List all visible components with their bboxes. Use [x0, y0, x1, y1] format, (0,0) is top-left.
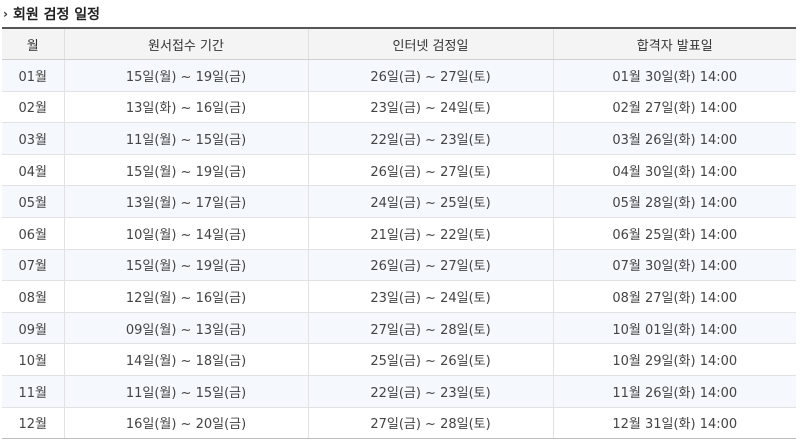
- table-row: 02월 13일(화) ~ 16일(금) 23일(금) ~ 24일(토) 02월 27일…: [2, 91, 796, 124]
- month-cell: 04월: [2, 154, 64, 187]
- announcement-cell: 11월 26일(화) 14:00: [552, 375, 796, 408]
- announcement-cell: 12월 31일(화) 14:00: [552, 407, 796, 440]
- announcement-cell: 02월 27일(화) 14:00: [552, 91, 796, 124]
- table-row: 12월 16일(월) ~ 20일(금) 27일(금) ~ 28일(토) 12월 31일…: [2, 407, 796, 440]
- announcement-cell: 06월 25일(화) 14:00: [552, 217, 796, 250]
- announcement-cell: 08월 27일(화) 14:00: [552, 280, 796, 313]
- exam-date-cell: 27일(금) ~ 28일(토): [307, 407, 553, 440]
- exam-date-cell: 22일(금) ~ 23일(토): [307, 375, 553, 408]
- header-application-period: 원서접수 기간: [63, 28, 308, 60]
- chevron-right-icon: ›: [3, 7, 8, 21]
- exam-date-cell: 26일(금) ~ 27일(토): [307, 154, 553, 187]
- exam-date-cell: 27일(금) ~ 28일(토): [307, 312, 553, 345]
- exam-date-cell: 26일(금) ~ 27일(토): [307, 59, 553, 92]
- header-month: 월: [2, 28, 64, 60]
- month-cell: 12월: [2, 407, 64, 440]
- exam-date-cell: 24일(금) ~ 25일(토): [307, 185, 553, 218]
- announcement-cell: 07월 30일(화) 14:00: [552, 249, 796, 282]
- announcement-cell: 03월 26일(화) 14:00: [552, 122, 796, 155]
- month-cell: 03월: [2, 122, 64, 155]
- exam-date-cell: 25일(금) ~ 26일(토): [307, 343, 553, 376]
- month-cell: 05월: [2, 185, 64, 218]
- exam-date-cell: 21일(금) ~ 22일(토): [307, 217, 553, 250]
- month-cell: 07월: [2, 249, 64, 282]
- month-cell: 02월: [2, 91, 64, 124]
- header-result-announcement: 합격자 발표일: [552, 28, 796, 60]
- table-row: 01월 15일(월) ~ 19일(금) 26일(금) ~ 27일(토) 01월 30일…: [2, 59, 796, 92]
- application-period-cell: 11일(월) ~ 15일(금): [63, 375, 308, 408]
- exam-date-cell: 26일(금) ~ 27일(토): [307, 249, 553, 282]
- table-row: 03월 11일(월) ~ 15일(금) 22일(금) ~ 23일(토) 03월 26일…: [2, 122, 796, 155]
- application-period-cell: 10일(월) ~ 14일(금): [63, 217, 308, 250]
- table-row: 11월 11일(월) ~ 15일(금) 22일(금) ~ 23일(토) 11월 26일…: [2, 375, 796, 408]
- application-period-cell: 13일(화) ~ 16일(금): [63, 91, 308, 124]
- announcement-cell: 05월 28일(화) 14:00: [552, 185, 796, 218]
- application-period-cell: 15일(월) ~ 19일(금): [63, 59, 308, 92]
- month-cell: 09월: [2, 312, 64, 345]
- month-cell: 06월: [2, 217, 64, 250]
- exam-date-cell: 23일(금) ~ 24일(토): [307, 91, 553, 124]
- header-internet-exam-date: 인터넷 검정일: [307, 28, 553, 60]
- announcement-cell: 10월 29일(화) 14:00: [552, 343, 796, 376]
- exam-date-cell: 23일(금) ~ 24일(토): [307, 280, 553, 313]
- announcement-cell: 01월 30일(화) 14:00: [552, 59, 796, 92]
- table-row: 05월 13일(월) ~ 17일(금) 24일(금) ~ 25일(토) 05월 28일…: [2, 185, 796, 218]
- table-row: 06월 10일(월) ~ 14일(금) 21일(금) ~ 22일(토) 06월 25일…: [2, 217, 796, 250]
- application-period-cell: 15일(월) ~ 19일(금): [63, 154, 308, 187]
- application-period-cell: 11일(월) ~ 15일(금): [63, 122, 308, 155]
- table-row: 09월 09일(월) ~ 13일(금) 27일(금) ~ 28일(토) 10월 01일…: [2, 312, 796, 345]
- month-cell: 01월: [2, 59, 64, 92]
- announcement-cell: 04월 30일(화) 14:00: [552, 154, 796, 187]
- application-period-cell: 13일(월) ~ 17일(금): [63, 185, 308, 218]
- table-row: 10월 14일(월) ~ 18일(금) 25일(금) ~ 26일(토) 10월 29일…: [2, 343, 796, 376]
- application-period-cell: 16일(월) ~ 20일(금): [63, 407, 308, 440]
- application-period-cell: 14일(월) ~ 18일(금): [63, 343, 308, 376]
- table-row: 04월 15일(월) ~ 19일(금) 26일(금) ~ 27일(토) 04월 30일…: [2, 154, 796, 187]
- table-header-row: 월 원서접수 기간 인터넷 검정일 합격자 발표일: [2, 28, 796, 60]
- table-row: 08월 12일(월) ~ 16일(금) 23일(금) ~ 24일(토) 08월 27일…: [2, 280, 796, 313]
- schedule-page: › 회원 검정 일정 월 원서접수 기간 인터넷 검정일 합격자 발표일 01월…: [0, 0, 801, 445]
- announcement-cell: 10월 01일(화) 14:00: [552, 312, 796, 345]
- exam-schedule-table: 월 원서접수 기간 인터넷 검정일 합격자 발표일 01월 15일(월) ~ 19…: [2, 27, 796, 440]
- application-period-cell: 15일(월) ~ 19일(금): [63, 249, 308, 282]
- application-period-cell: 09일(월) ~ 13일(금): [63, 312, 308, 345]
- application-period-cell: 12일(월) ~ 16일(금): [63, 280, 308, 313]
- table-row: 07월 15일(월) ~ 19일(금) 26일(금) ~ 27일(토) 07월 30일…: [2, 249, 796, 282]
- month-cell: 10월: [2, 343, 64, 376]
- section-title: 회원 검정 일정: [12, 7, 100, 23]
- exam-date-cell: 22일(금) ~ 23일(토): [307, 122, 553, 155]
- section-heading: › 회원 검정 일정: [3, 4, 100, 24]
- month-cell: 08월: [2, 280, 64, 313]
- month-cell: 11월: [2, 375, 64, 408]
